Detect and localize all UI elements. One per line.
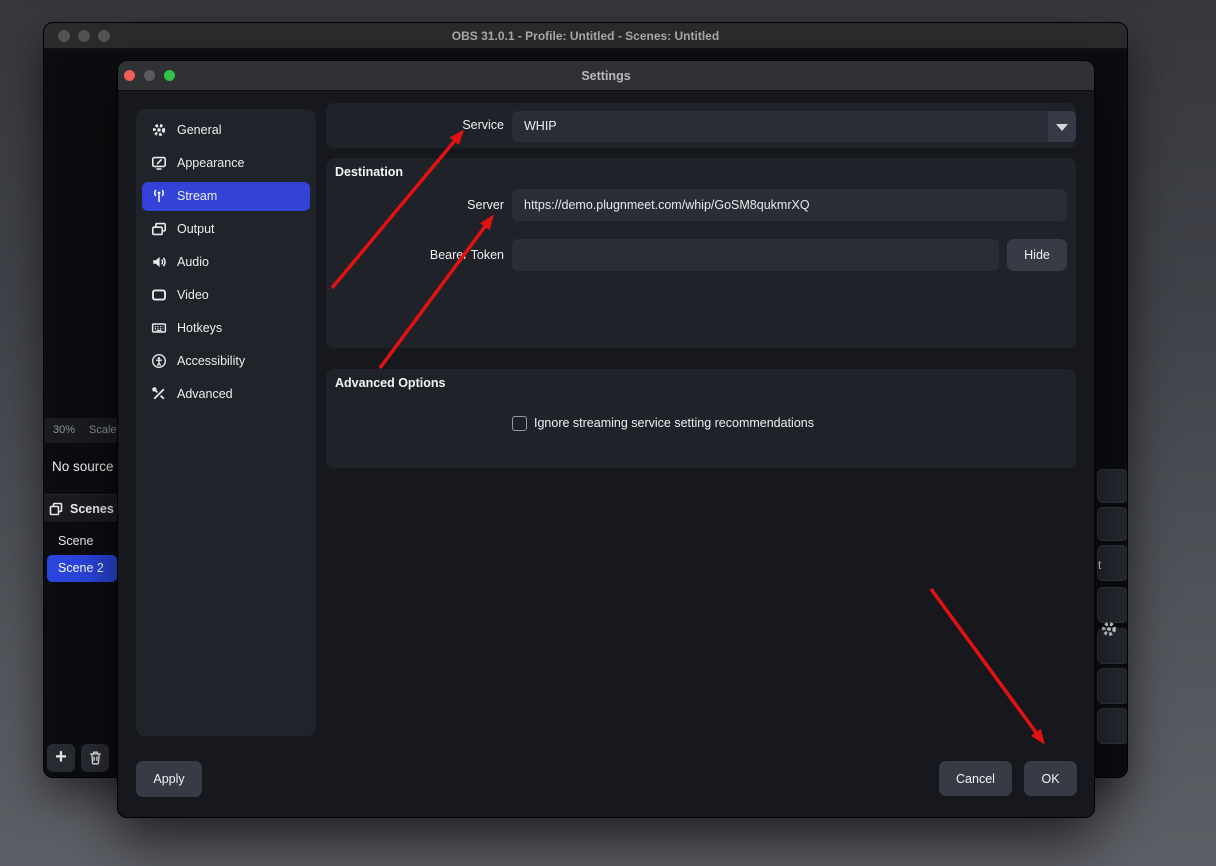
- sidebar-item-output[interactable]: Output: [142, 215, 310, 244]
- scenes-dock-header: Scenes: [44, 494, 119, 523]
- controls-dock-button[interactable]: [1097, 587, 1128, 623]
- gear-icon: [151, 122, 167, 138]
- sidebar-item-label: Audio: [177, 248, 209, 277]
- sidebar-item-general[interactable]: General: [142, 116, 310, 145]
- chevron-down-icon[interactable]: [1048, 111, 1076, 142]
- ignore-recommendations-checkbox[interactable]: [512, 416, 527, 431]
- tools-icon: [151, 386, 167, 402]
- settings-sidebar: General Appearance Stream: [136, 109, 316, 736]
- apply-button[interactable]: Apply: [136, 761, 202, 797]
- sidebar-item-label: Advanced: [177, 380, 233, 409]
- controls-dock-button[interactable]: [1097, 668, 1128, 704]
- output-icon: [151, 221, 167, 237]
- sidebar-item-appearance[interactable]: Appearance: [142, 149, 310, 178]
- controls-dock-button[interactable]: [1097, 708, 1128, 744]
- remove-scene-button[interactable]: [81, 744, 109, 772]
- appearance-icon: [151, 155, 167, 171]
- sidebar-item-accessibility[interactable]: Accessibility: [142, 347, 310, 376]
- video-display-icon: [151, 287, 167, 303]
- sidebar-item-label: Hotkeys: [177, 314, 222, 343]
- preview-scale-label: Scale: [89, 418, 117, 443]
- sidebar-item-label: General: [177, 116, 221, 145]
- sidebar-item-label: Stream: [177, 182, 217, 211]
- settings-dialog: Settings General Appearance: [117, 60, 1095, 818]
- advanced-options-groupbox: Advanced Options Ignore streaming servic…: [326, 369, 1076, 468]
- preview-scale-bar: 30% Scale: [45, 418, 118, 443]
- scene-item[interactable]: Scene: [58, 531, 93, 551]
- destination-title: Destination: [335, 165, 403, 179]
- accessibility-icon: [151, 353, 167, 369]
- main-window-title: OBS 31.0.1 - Profile: Untitled - Scenes:…: [44, 23, 1127, 49]
- sidebar-item-label: Accessibility: [177, 347, 245, 376]
- bearer-token-label: Bearer Token: [334, 239, 504, 271]
- controls-dock-text-fragment: t: [1098, 558, 1101, 572]
- cancel-button[interactable]: Cancel: [939, 761, 1012, 796]
- add-scene-button[interactable]: +: [47, 744, 75, 772]
- sidebar-item-stream[interactable]: Stream: [142, 182, 310, 211]
- server-input[interactable]: [512, 189, 1067, 221]
- sidebar-item-label: Output: [177, 215, 215, 244]
- settings-gear-icon[interactable]: [1100, 620, 1118, 638]
- settings-dialog-title: Settings: [118, 61, 1094, 91]
- controls-dock-button[interactable]: [1097, 507, 1128, 541]
- keyboard-icon: [151, 320, 167, 336]
- scenes-dock-title: Scenes: [70, 495, 114, 523]
- service-label: Service: [326, 103, 504, 148]
- controls-dock-button[interactable]: [1097, 469, 1128, 503]
- main-window-titlebar[interactable]: OBS 31.0.1 - Profile: Untitled - Scenes:…: [44, 23, 1127, 49]
- preview-zoom-value: 30%: [53, 418, 75, 443]
- server-label: Server: [334, 189, 504, 221]
- desktop-background: { "main_window": { "title": "OBS 31.0.1 …: [0, 0, 1216, 866]
- controls-dock-button[interactable]: [1097, 545, 1128, 581]
- service-dropdown-value: WHIP: [524, 111, 557, 142]
- sidebar-item-label: Video: [177, 281, 209, 310]
- service-groupbox: Service WHIP: [326, 103, 1076, 148]
- sidebar-item-label: Appearance: [177, 149, 244, 178]
- stream-antenna-icon: [151, 188, 167, 204]
- sidebar-item-audio[interactable]: Audio: [142, 248, 310, 277]
- destination-groupbox: Destination Server Bearer Token Hide: [326, 158, 1076, 348]
- hide-token-button[interactable]: Hide: [1007, 239, 1067, 271]
- sidebar-item-advanced[interactable]: Advanced: [142, 380, 310, 409]
- sidebar-item-hotkeys[interactable]: Hotkeys: [142, 314, 310, 343]
- ok-button[interactable]: OK: [1024, 761, 1077, 796]
- scene-item-selected[interactable]: Scene 2: [47, 555, 117, 582]
- audio-speaker-icon: [151, 254, 167, 270]
- settings-titlebar[interactable]: Settings: [118, 61, 1094, 91]
- ignore-recommendations-label: Ignore streaming service setting recomme…: [534, 409, 814, 437]
- scenes-icon: [48, 501, 64, 517]
- service-dropdown[interactable]: WHIP: [512, 111, 1076, 142]
- sidebar-item-video[interactable]: Video: [142, 281, 310, 310]
- trash-icon: [87, 749, 104, 766]
- bearer-token-input[interactable]: [512, 239, 999, 271]
- advanced-options-title: Advanced Options: [335, 376, 445, 390]
